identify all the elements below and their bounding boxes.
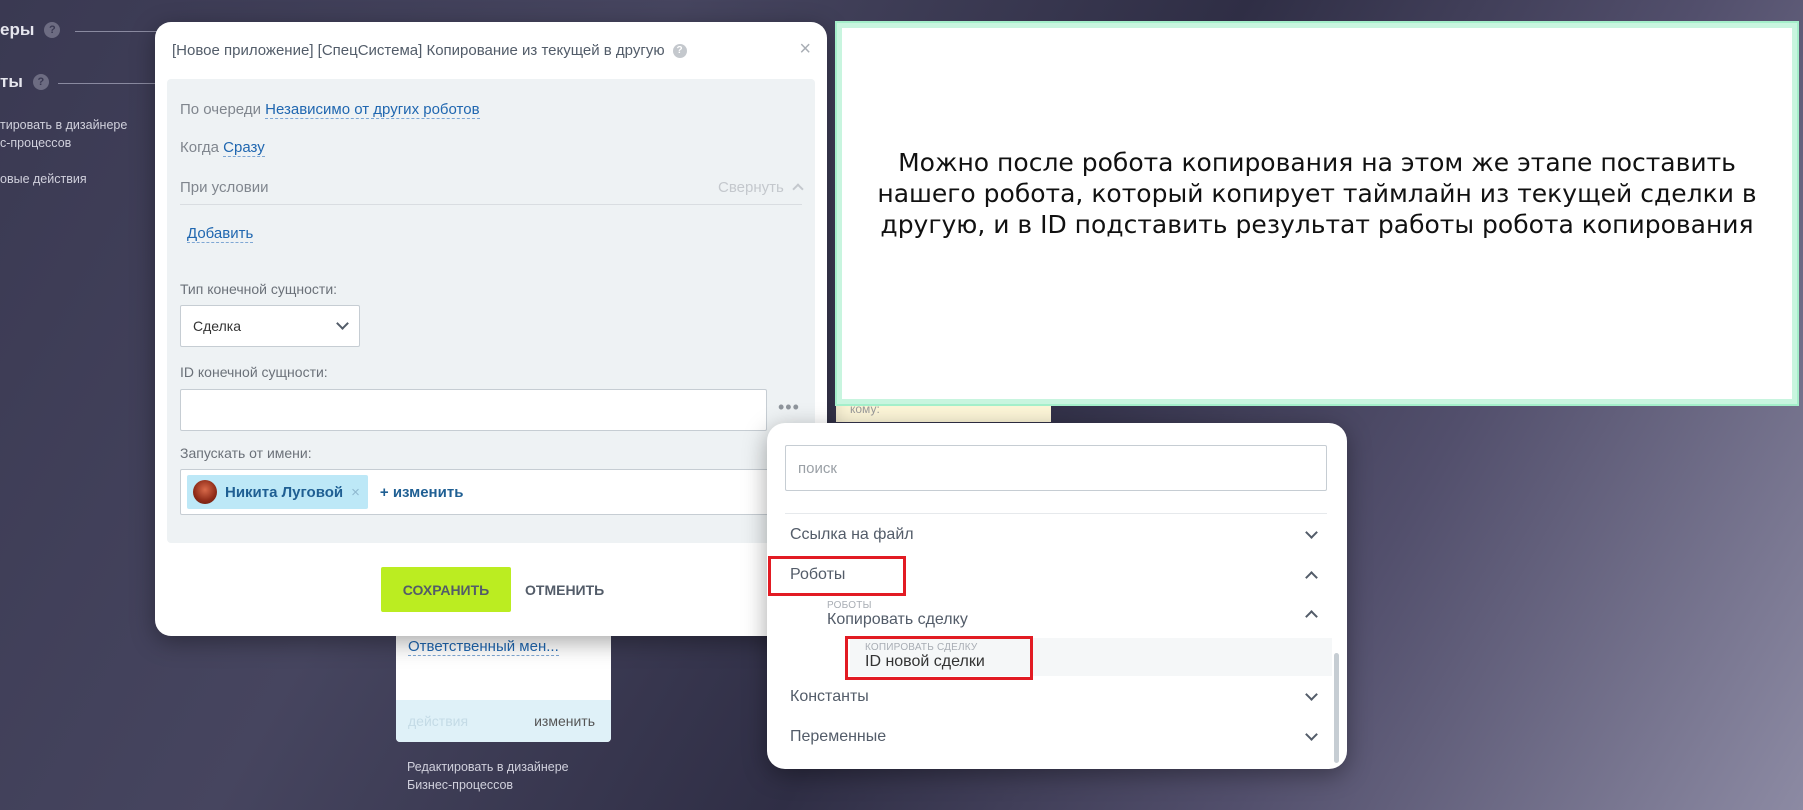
save-button[interactable]: СОХРАНИТЬ <box>381 567 511 612</box>
designer-link[interactable]: тировать в дизайнере с-процессов <box>0 116 127 152</box>
chevron-down-icon <box>1305 526 1318 539</box>
divider <box>75 31 165 32</box>
help-icon: ? <box>32 74 49 90</box>
chevron-up-icon <box>1305 570 1318 584</box>
background-robot-card: Ответственный мен... действия изменить <box>396 622 611 742</box>
chevron-down-icon <box>1305 688 1318 701</box>
remove-user-icon[interactable]: × <box>351 484 360 501</box>
designer-link-bottom[interactable]: Редактировать в дизайнере Бизнес-процесс… <box>407 758 569 794</box>
group-constants[interactable]: Константы <box>790 688 1330 706</box>
collapse-toggle[interactable]: Свернуть <box>718 179 804 196</box>
user-tag: Никита Луговой × <box>187 475 368 509</box>
field-picker-dropdown: Ссылка на файл Роботы РОБОТЫ Копировать … <box>767 423 1347 769</box>
when-row: Когда Сразу <box>180 139 265 157</box>
responsible-link[interactable]: Ответственный мен... <box>408 638 559 656</box>
close-icon[interactable]: × <box>799 38 811 61</box>
chevron-down-icon <box>1305 728 1318 741</box>
help-icon: ? <box>44 22 61 38</box>
cancel-button[interactable]: ОТМЕНИТЬ <box>525 567 604 612</box>
avatar <box>193 480 217 504</box>
when-link[interactable]: Сразу <box>223 139 265 157</box>
card-change-link[interactable]: изменить <box>534 713 595 729</box>
queue-row: По очереди Независимо от других роботов <box>180 101 480 119</box>
card-actions: действия <box>408 713 469 729</box>
chevron-up-icon <box>1305 610 1318 623</box>
settings-panel: По очереди Независимо от других роботов … <box>167 79 820 543</box>
card-footer: действия изменить <box>396 700 611 742</box>
queue-link[interactable]: Независимо от других роботов <box>265 101 480 119</box>
divider <box>785 513 1327 514</box>
change-user-link[interactable]: + изменить <box>380 484 464 501</box>
chevron-down-icon <box>336 317 349 330</box>
divider <box>58 83 165 84</box>
background-heading: ты ? <box>0 72 49 92</box>
run-as-label: Запускать от имени: <box>180 445 312 461</box>
condition-row: При условии Свернуть <box>180 179 804 205</box>
dialog-title: [Новое приложение] [СпецСистема] Копиров… <box>172 42 687 59</box>
add-condition-link[interactable]: Добавить <box>187 225 254 243</box>
annotation-note: Можно после робота копирования на этом ж… <box>835 21 1799 406</box>
background-heading: еры ? <box>0 20 61 40</box>
robot-copy-deal[interactable]: РОБОТЫ Копировать сделку <box>827 600 1330 629</box>
scrollbar[interactable] <box>1334 653 1339 763</box>
actions-link[interactable]: овые действия <box>0 170 87 188</box>
search-input[interactable] <box>785 445 1327 491</box>
entity-id-input[interactable] <box>180 389 767 431</box>
group-file-links[interactable]: Ссылка на файл <box>790 526 1330 544</box>
highlight-robots <box>768 556 906 596</box>
group-variables[interactable]: Переменные <box>790 728 1330 746</box>
entity-id-label: ID конечной сущности: <box>180 364 328 380</box>
entity-type-label: Тип конечной сущности: <box>180 281 338 297</box>
chevron-up-icon <box>792 183 804 195</box>
robot-settings-dialog: [Новое приложение] [СпецСистема] Копиров… <box>155 22 827 636</box>
more-icon[interactable]: ••• <box>778 397 800 418</box>
highlight-new-deal-id <box>845 636 1033 680</box>
entity-type-select[interactable]: Сделка <box>180 305 360 347</box>
run-as-field[interactable]: Никита Луговой × + изменить <box>180 469 820 515</box>
help-icon[interactable]: ? <box>672 43 687 58</box>
